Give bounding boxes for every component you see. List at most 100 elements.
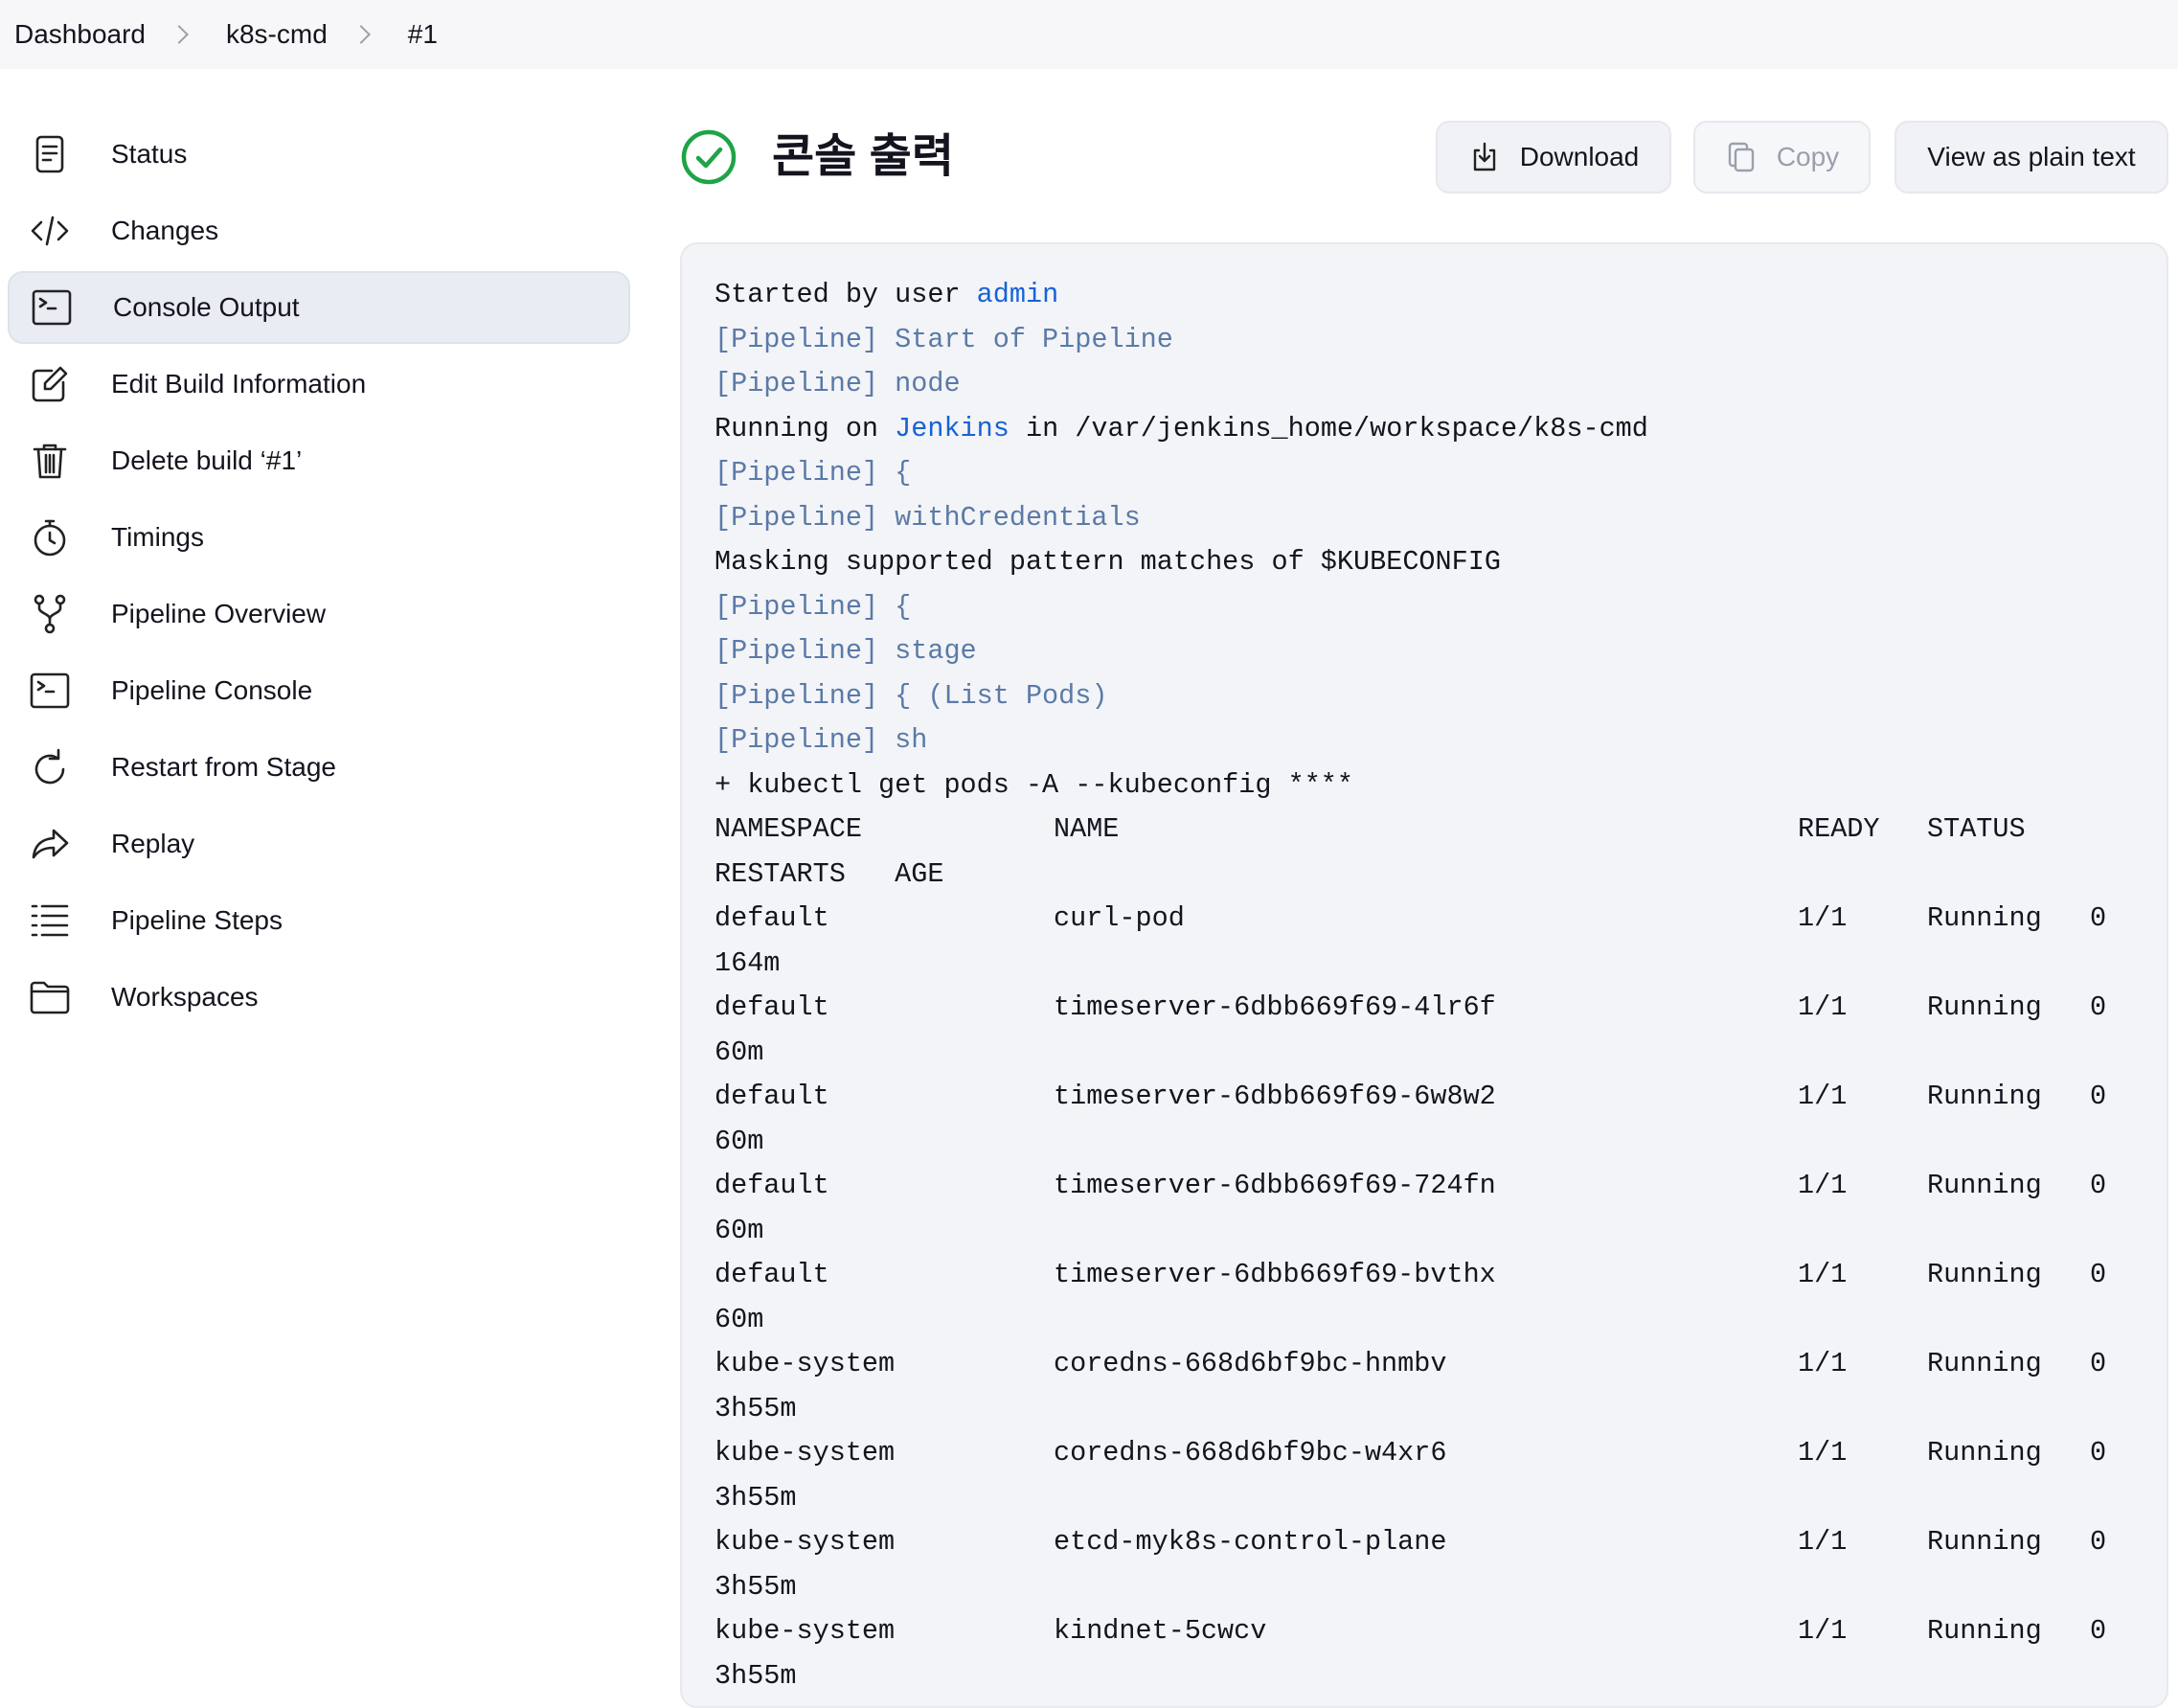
console-line[interactable]: [Pipeline] Start of Pipeline <box>715 318 2167 363</box>
success-check-icon <box>680 128 737 186</box>
sidebar-item-replay[interactable]: Replay <box>8 808 630 880</box>
cell-namespace: default <box>715 1259 829 1290</box>
sidebar-item-restart-from-stage[interactable]: Restart from Stage <box>8 731 630 804</box>
node-link[interactable]: Jenkins <box>895 413 1010 444</box>
sidebar-item-pipeline-overview[interactable]: Pipeline Overview <box>8 578 630 650</box>
console-line[interactable]: [Pipeline] { <box>715 585 2167 630</box>
table-row: kube-system kindnet-5cwcv 1/1 Running 0 <box>715 1609 2167 1654</box>
cell-name: timeserver-6dbb669f69-6w8w2 <box>1054 1081 1496 1112</box>
sidebar-item-label: Changes <box>111 216 219 245</box>
cell-status: Running <box>1927 1081 2042 1112</box>
cell-namespace: kube-system <box>715 1348 896 1379</box>
console-line: Running on Jenkins in /var/jenkins_home/… <box>715 407 2167 452</box>
cell-namespace: default <box>715 1081 829 1112</box>
cell-age: 164m <box>715 946 781 979</box>
cell-name: curl-pod <box>1054 902 1185 934</box>
cell-age: 3h55m <box>715 1392 797 1424</box>
sidebar-item-timings[interactable]: Timings <box>8 501 630 574</box>
cell-namespace: default <box>715 902 829 934</box>
cell-status: Running <box>1927 1170 2042 1201</box>
folder-icon <box>29 976 71 1018</box>
cell-age: 60m <box>715 1125 764 1157</box>
cell-ready: 1/1 <box>1798 1348 1848 1379</box>
cell-restarts: 0 <box>2090 1348 2107 1379</box>
console-line[interactable]: [Pipeline] { (List Pods) <box>715 674 2167 719</box>
stopwatch-icon <box>29 516 71 558</box>
cell-ready: 1/1 <box>1798 1437 1848 1469</box>
sidebar-item-pipeline-console[interactable]: Pipeline Console <box>8 654 630 727</box>
table-row: kube-system etcd-myk8s-control-plane 1/1 Ru… <box>715 1520 2167 1565</box>
table-row: kube-system coredns-668d6bf9bc-hnmbv 1/1 Ru… <box>715 1342 2167 1387</box>
console-text: Running on <box>715 412 896 444</box>
sidebar-item-label: Pipeline Steps <box>111 905 284 935</box>
cell-namespace: kube-system <box>715 1437 896 1469</box>
cell-ready: 1/1 <box>1798 1081 1848 1112</box>
sidebar-item-label: Replay <box>111 829 195 858</box>
console-line[interactable]: [Pipeline] withCredentials <box>715 496 2167 541</box>
console-line[interactable]: [Pipeline] node <box>715 362 2167 407</box>
cell-name: etcd-myk8s-control-plane <box>1054 1526 1447 1558</box>
terminal-icon <box>29 670 71 712</box>
breadcrumb-build[interactable]: #1 <box>408 19 438 50</box>
sidebar-item-label: Console Output <box>113 292 300 322</box>
cell-namespace: kube-system <box>715 1526 896 1558</box>
view-plain-text-button[interactable]: View as plain text <box>1894 121 2168 194</box>
console-line: + kubectl get pods -A --kubeconfig **** <box>715 768 1354 801</box>
edit-icon <box>29 363 71 405</box>
branch-icon <box>29 593 71 635</box>
cell-name: timeserver-6dbb669f69-724fn <box>1054 1170 1496 1201</box>
cell-namespace: default <box>715 991 829 1023</box>
copy-icon <box>1728 142 1755 172</box>
sidebar-item-workspaces[interactable]: Workspaces <box>8 961 630 1034</box>
breadcrumb-job[interactable]: k8s-cmd <box>226 19 328 50</box>
cell-status: Running <box>1927 1348 2042 1379</box>
cell-namespace: default <box>715 1170 829 1201</box>
restart-icon <box>29 746 71 788</box>
sidebar-item-delete-build[interactable]: Delete build ‘#1’ <box>8 424 630 497</box>
sidebar-item-label: Restart from Stage <box>111 752 336 782</box>
breadcrumb: Dashboard k8s-cmd #1 <box>0 0 2178 69</box>
header-namespace: NAMESPACE <box>715 813 862 845</box>
cell-restarts: 0 <box>2090 902 2107 934</box>
cell-ready: 1/1 <box>1798 1259 1848 1290</box>
sidebar: Status Changes Console Output Edit Build… <box>8 118 630 1037</box>
cell-status: Running <box>1927 1259 2042 1290</box>
cell-ready: 1/1 <box>1798 1615 1848 1647</box>
code-icon <box>29 210 71 252</box>
sidebar-item-edit-build-information[interactable]: Edit Build Information <box>8 348 630 421</box>
console-line: Masking supported pattern matches of $KU… <box>715 546 1501 578</box>
cell-status: Running <box>1927 1615 2042 1647</box>
header-status: STATUS <box>1927 813 2026 845</box>
cell-restarts: 0 <box>2090 1170 2107 1201</box>
table-row: default timeserver-6dbb669f69-bvthx 1/1 Run… <box>715 1253 2167 1298</box>
user-link[interactable]: admin <box>977 279 1059 310</box>
copy-button[interactable]: Copy <box>1693 121 1871 194</box>
view-plain-text-label: View as plain text <box>1927 142 2136 171</box>
download-icon <box>1473 142 1495 171</box>
cell-ready: 1/1 <box>1798 991 1848 1023</box>
cell-age: 60m <box>715 1303 764 1335</box>
header-ready: READY <box>1798 813 1880 845</box>
download-button[interactable]: Download <box>1436 121 1671 194</box>
pod-table: default curl-pod 1/1 Running 0 164m default tim… <box>715 897 2167 1698</box>
console-line: Started by user admin <box>715 273 2167 318</box>
breadcrumb-dashboard[interactable]: Dashboard <box>14 19 146 50</box>
table-row: default timeserver-6dbb669f69-4lr6f 1/1 Run… <box>715 986 2167 1031</box>
console-line[interactable]: [Pipeline] sh <box>715 718 2167 763</box>
console-output: Started by user admin [Pipeline] Start o… <box>680 242 2168 1708</box>
cell-age: 3h55m <box>715 1481 797 1514</box>
header-name: NAME <box>1054 813 1120 845</box>
list-icon <box>29 900 71 942</box>
sidebar-item-status[interactable]: Status <box>8 118 630 191</box>
sidebar-item-console-output[interactable]: Console Output <box>8 271 630 344</box>
table-row: default timeserver-6dbb669f69-724fn 1/1 Run… <box>715 1164 2167 1209</box>
cell-name: coredns-668d6bf9bc-hnmbv <box>1054 1348 1447 1379</box>
cell-restarts: 0 <box>2090 1259 2107 1290</box>
cell-name: timeserver-6dbb669f69-4lr6f <box>1054 991 1496 1023</box>
sidebar-item-changes[interactable]: Changes <box>8 194 630 267</box>
console-line[interactable]: [Pipeline] { <box>715 451 2167 496</box>
console-line[interactable]: [Pipeline] stage <box>715 629 2167 674</box>
sidebar-item-pipeline-steps[interactable]: Pipeline Steps <box>8 884 630 957</box>
cell-restarts: 0 <box>2090 1081 2107 1112</box>
terminal-icon <box>31 286 73 329</box>
